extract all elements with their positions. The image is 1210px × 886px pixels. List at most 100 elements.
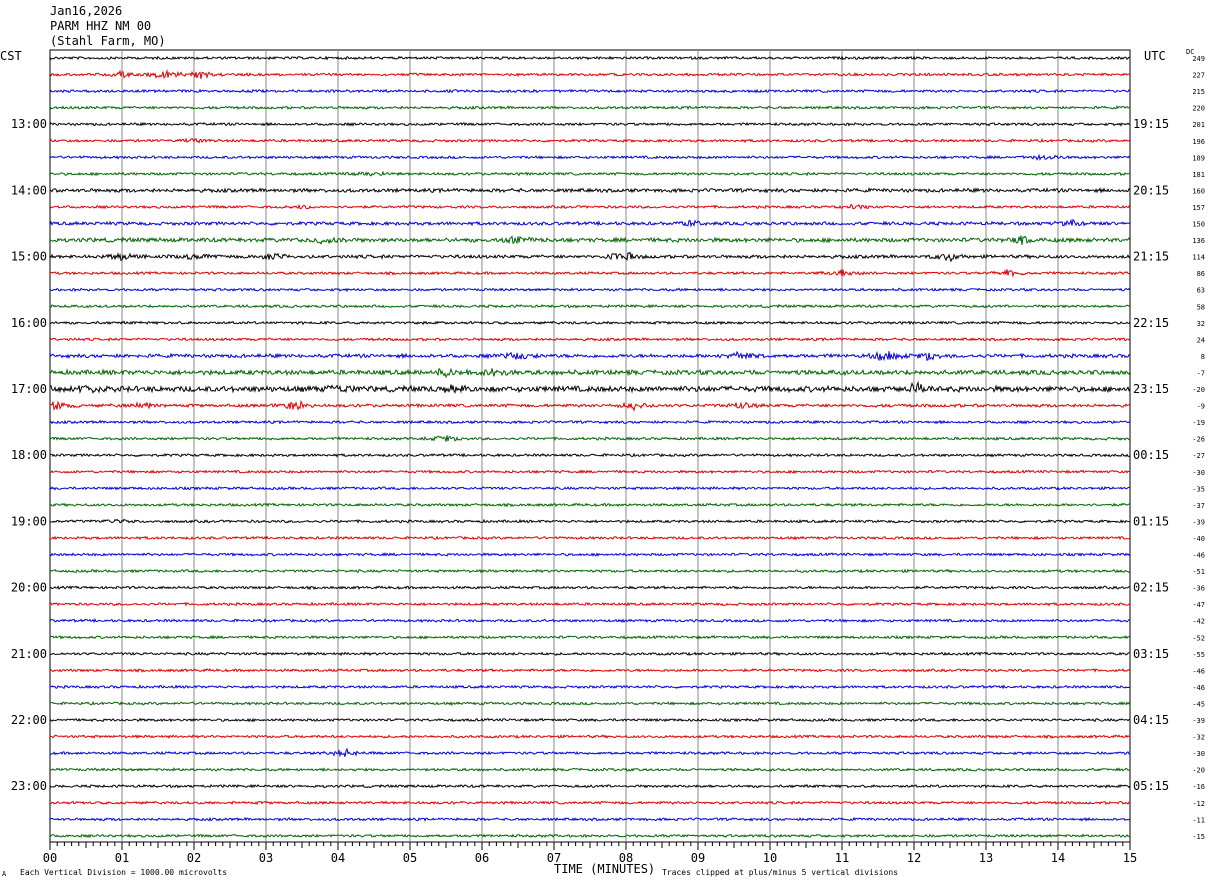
dc-offset-label: -30 [1192,469,1205,477]
dc-offset-label: -30 [1192,750,1205,758]
trace-row [49,651,1130,657]
dc-offset-label: -27 [1192,452,1205,460]
trace-row [49,535,1131,541]
corner-mark: A [2,870,7,878]
utc-hour-label: 21:15 [1133,250,1169,264]
trace-row [49,700,1131,706]
dc-offset-label: 220 [1192,105,1205,113]
trace-row [49,203,1131,210]
dc-offset-label: -45 [1192,700,1205,708]
trace-row [49,269,1131,278]
dc-offset-label: -42 [1192,618,1205,626]
x-tick-label: 11 [835,851,849,865]
trace-row [49,68,1131,80]
cst-hour-label: 23:00 [11,779,47,793]
dc-offset-label: -11 [1192,816,1205,824]
x-tick-label: 15 [1123,851,1137,865]
x-tick-label: 06 [475,851,489,865]
utc-hour-label: 04:15 [1133,713,1169,727]
x-tick-label: 03 [259,851,273,865]
cst-hour-label: 14:00 [11,183,47,197]
dc-offset-label: 181 [1192,171,1205,179]
trace-row [49,502,1131,508]
trace-row [49,400,1131,412]
clip-note: Traces clipped at plus/minus 5 vertical … [662,868,899,877]
cst-hour-label: 22:00 [11,713,47,727]
scale-note: Each Vertical Division = 1000.00 microvo… [20,868,228,877]
trace-row [49,287,1131,293]
x-tick-label: 13 [979,851,993,865]
trace-row [49,634,1131,640]
trace-row [49,452,1131,458]
dc-offset-label: 227 [1192,72,1205,80]
dc-offset-labels: 249 227 215 220 201 196 189 181 160 157 150 136 114 8… [1192,55,1205,841]
dc-offset-label: -12 [1192,800,1205,808]
trace-row [49,816,1131,822]
dc-offset-label: 86 [1197,270,1205,278]
trace-row [50,170,1131,177]
x-tick-label: 05 [403,851,417,865]
utc-hour-label: 23:15 [1133,382,1169,396]
trace-row [49,320,1131,326]
dc-offset-label: 150 [1192,221,1205,229]
dc-offset-label: -55 [1192,651,1205,659]
dc-offset-label: -20 [1192,386,1205,394]
utc-hour-label: 19:15 [1133,117,1169,131]
utc-hour-label: 02:15 [1133,581,1169,595]
trace-row [49,568,1131,574]
x-tick-label: 01 [115,851,129,865]
dc-offset-label: 114 [1192,254,1205,262]
trace-row [49,55,1131,61]
dc-offset-label: -19 [1192,419,1205,427]
trace-row [49,105,1131,111]
x-tick-label: 04 [331,851,345,865]
dc-offset-label: 157 [1192,204,1205,212]
x-tick-label: 10 [763,851,777,865]
dc-offset-label: 189 [1192,154,1205,162]
dc-offset-label: -37 [1192,502,1205,510]
utc-hour-label: 05:15 [1133,779,1169,793]
utc-hour-labels: 19:15 20:15 21:15 22:15 23:15 00:15 01:15 02:15… [1133,117,1169,793]
helicorder-plot: 00 01 02 03 04 05 06 07 08 09 10 11 12 13 14 15 13:0014… [11,49,1205,865]
trace-row [49,747,1131,758]
dc-offset-label: -46 [1192,684,1205,692]
dc-offset-label: 8 [1201,353,1205,361]
dc-offset-label: 215 [1192,88,1205,96]
x-tick-label: 14 [1051,851,1065,865]
trace-row [49,585,1131,591]
trace-row [49,419,1131,425]
dc-offset-label: -40 [1192,535,1205,543]
trace-row [49,367,1131,379]
trace-row [49,218,1131,228]
x-tick-label: 02 [187,851,201,865]
trace-row [49,518,1131,524]
trace-row [49,187,1131,194]
utc-axis-label: UTC [1144,49,1166,63]
cst-hour-labels: 13:00 14:00 15:00 16:00 17:00 18:00 19:00 20:00… [11,117,47,793]
x-tick-label: 09 [691,851,705,865]
trace-row [49,235,1131,245]
utc-hour-label: 20:15 [1133,183,1169,197]
trace-row [49,469,1131,475]
x-axis-title: TIME (MINUTES) [554,862,656,876]
dc-offset-label: -16 [1192,783,1205,791]
dc-offset-label: 58 [1197,303,1205,311]
location-label: (Stahl Farm, MO) [50,34,166,48]
dc-offset-label: 32 [1197,320,1205,328]
trace-row [49,336,1131,342]
dc-offset-label: 160 [1192,187,1205,195]
dc-offset-label: -7 [1197,369,1205,377]
trace-row [49,684,1131,690]
minute-grid [49,49,1131,843]
dc-offset-label: -9 [1197,403,1205,411]
cst-hour-label: 13:00 [11,117,47,131]
dc-header-label: DC [1186,48,1195,56]
dc-offset-label: -39 [1192,717,1205,725]
trace-row [49,618,1131,624]
dc-offset-label: 24 [1197,336,1205,344]
date-label: Jan16,2026 [50,4,123,18]
dc-offset-label: 136 [1192,237,1205,245]
dc-offset-label: -36 [1192,585,1205,593]
trace-row [49,137,1131,144]
cst-hour-label: 17:00 [11,382,47,396]
